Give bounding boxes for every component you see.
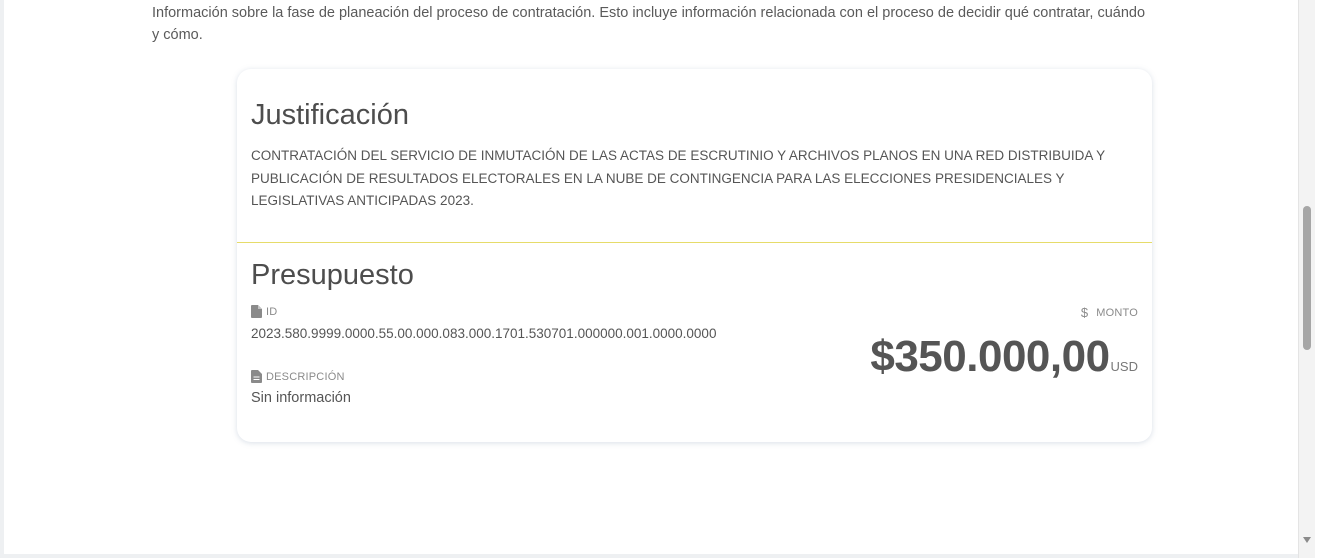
vertical-scrollbar[interactable] [1298, 0, 1315, 558]
amount-label-text: MONTO [1096, 306, 1138, 319]
description-value: Sin información [251, 390, 351, 406]
scroll-down-arrow-icon[interactable] [1303, 537, 1311, 543]
justification-title: Justificación [251, 99, 409, 131]
justification-text: CONTRATACIÓN DEL SERVICIO DE INMUTACIÓN … [251, 148, 1105, 208]
budget-title: Presupuesto [251, 259, 414, 291]
id-label-text: ID [266, 305, 278, 318]
document-icon [251, 370, 262, 383]
page: Información sobre la fase de planeación … [0, 0, 1320, 558]
amount-label: $ MONTO [1081, 305, 1138, 320]
description-label-text: DESCRIPCIÓN [266, 370, 345, 383]
description-label: DESCRIPCIÓN [251, 370, 345, 383]
dollar-icon: $ [1080, 305, 1089, 320]
id-label: ID [251, 305, 277, 318]
scrollbar-thumb[interactable] [1303, 206, 1311, 350]
amount-block: $350.000,00 USD [870, 329, 1138, 385]
section-divider [237, 242, 1152, 243]
document-icon [251, 305, 262, 318]
planning-card: Justificación CONTRATACIÓN DEL SERVICIO … [237, 69, 1152, 442]
right-edge [1315, 0, 1320, 558]
currency-code: USD [1110, 359, 1138, 374]
bottom-edge [0, 554, 1313, 558]
amount-value: $350.000,00 [870, 332, 1110, 381]
intro-text: Información sobre la fase de planeación … [152, 5, 1146, 43]
left-gutter [0, 0, 4, 558]
justification-section: Justificación CONTRATACIÓN DEL SERVICIO … [237, 69, 1152, 243]
id-value: 2023.580.9999.0000.55.00.000.083.000.170… [251, 326, 717, 341]
